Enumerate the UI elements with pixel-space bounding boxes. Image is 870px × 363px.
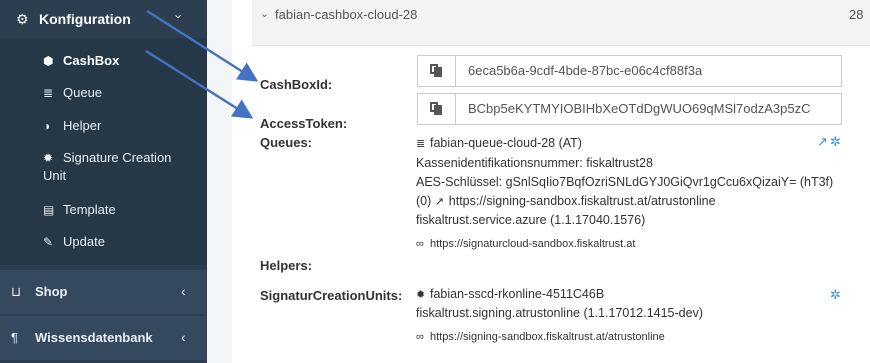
main-content: ⌄ fabian-cashbox-cloud-28 28 CashBoxId: …	[232, 0, 870, 363]
queue-service: fiskaltrust.service.azure (1.1.17040.157…	[416, 213, 646, 227]
scu-label: SignaturCreationUnits:	[260, 288, 403, 303]
chevron-left-icon: ‹	[181, 283, 186, 299]
chevron-down-icon: ›	[171, 14, 187, 19]
copy-icon	[430, 64, 442, 77]
accesstoken-label: AccessToken:	[260, 116, 348, 131]
copy-accesstoken-button[interactable]	[418, 94, 456, 124]
basket-icon: ⊔	[11, 284, 22, 299]
certificate-icon: ✹	[416, 289, 426, 301]
queue-kassenid: Kassenidentifikationsnummer: fiskaltrust…	[416, 156, 653, 170]
cogs-icon: ⚙	[16, 11, 29, 27]
queue-endpoint: (0) ↗ https://signing-sandbox.fiskaltrust…	[416, 194, 716, 208]
queues-label: Queues:	[260, 135, 313, 150]
helpers-label: Helpers:	[260, 258, 313, 273]
sidebar-item-cashbox[interactable]: ⬢ CashBox	[43, 51, 119, 71]
scu-link[interactable]: ∞ https://signing-sandbox.fiskaltrust.at/…	[416, 331, 665, 343]
cashboxid-label: CashBoxId:	[260, 77, 333, 92]
sidebar: ⚙ Konfiguration › ⬢ CashBox ≣ Queue ◑ Helpe…	[0, 0, 207, 363]
panel-count: 28	[849, 7, 864, 22]
sidebar-item-konfiguration[interactable]: ⚙ Konfiguration ›	[0, 0, 207, 38]
panel-title: fabian-cashbox-cloud-28	[275, 7, 418, 22]
link-icon: ∞	[416, 238, 424, 250]
sidebar-item-template[interactable]: ▤ Template	[43, 200, 116, 220]
adjust-icon: ◑	[43, 119, 51, 133]
external-link-icon[interactable]: ↗	[817, 134, 828, 150]
accesstoken-input[interactable]: BCbp5eKYTMYIOBIHbXeOTdDgWUO69qMSl7odzA3p…	[468, 101, 836, 116]
cashboxid-field: 6eca5b6a-9cdf-4bde-87bc-e06c4cf88f3a	[417, 55, 842, 87]
queue-settings-gear-icon[interactable]: ✲	[830, 134, 841, 150]
chevron-down-icon: ⌄	[260, 8, 270, 20]
scu-settings-gear-icon[interactable]: ✲	[830, 287, 841, 303]
scu-name: ✹ fabian-sscd-rkonline-4511C46B	[416, 287, 605, 301]
cube-icon: ⬢	[43, 54, 54, 68]
sidebar-item-queue[interactable]: ≣ Queue	[43, 83, 102, 103]
queue-name: ≣ fabian-queue-cloud-28 (AT)	[416, 136, 582, 150]
queue-aes-key: AES-Schlüssel: gSnlSqIio7BqfOzriSNLdGYJ0…	[416, 175, 834, 189]
database-icon: ≣	[416, 138, 426, 150]
link-icon: ∞	[416, 331, 424, 343]
wrench-icon: ✎	[43, 235, 54, 249]
scu-package: fiskaltrust.signing.atrustonline (1.1.17…	[416, 306, 703, 320]
copy-cashboxid-button[interactable]	[418, 56, 456, 86]
external-link-icon: ↗	[434, 196, 444, 208]
sidebar-item-label: Konfiguration	[39, 11, 131, 27]
sidebar-item-update[interactable]: ✎ Update	[43, 232, 105, 252]
paragraph-icon: ¶	[11, 330, 18, 345]
cashboxid-input[interactable]: 6eca5b6a-9cdf-4bde-87bc-e06c4cf88f3a	[468, 63, 836, 78]
queue-link[interactable]: ∞ https://signaturcloud-sandbox.fiskaltru…	[416, 238, 635, 250]
database-icon: ≣	[43, 86, 54, 100]
sidebar-submenu: ⬢ CashBox ≣ Queue ◑ Helper ✹ Signature Creat…	[0, 38, 207, 265]
sidebar-item-signature-creation-unit[interactable]: ✹ Signature Creation	[43, 148, 171, 168]
sidebar-item-signature-creation-unit-line2[interactable]: Unit	[43, 166, 66, 185]
sidebar-item-shop[interactable]: ⊔ Shop ‹	[0, 270, 207, 314]
copy-icon	[430, 102, 442, 115]
sidebar-item-helper[interactable]: ◑ Helper	[43, 116, 101, 136]
chevron-left-icon: ‹	[181, 329, 186, 345]
sidebar-item-wissensdatenbank[interactable]: ¶ Wissensdatenbank ‹	[0, 316, 207, 360]
accesstoken-field: BCbp5eKYTMYIOBIHbXeOTdDgWUO69qMSl7odzA3p…	[417, 93, 842, 125]
file-icon: ▤	[43, 203, 55, 217]
cashbox-panel-header[interactable]: ⌄ fabian-cashbox-cloud-28 28	[252, 0, 870, 46]
